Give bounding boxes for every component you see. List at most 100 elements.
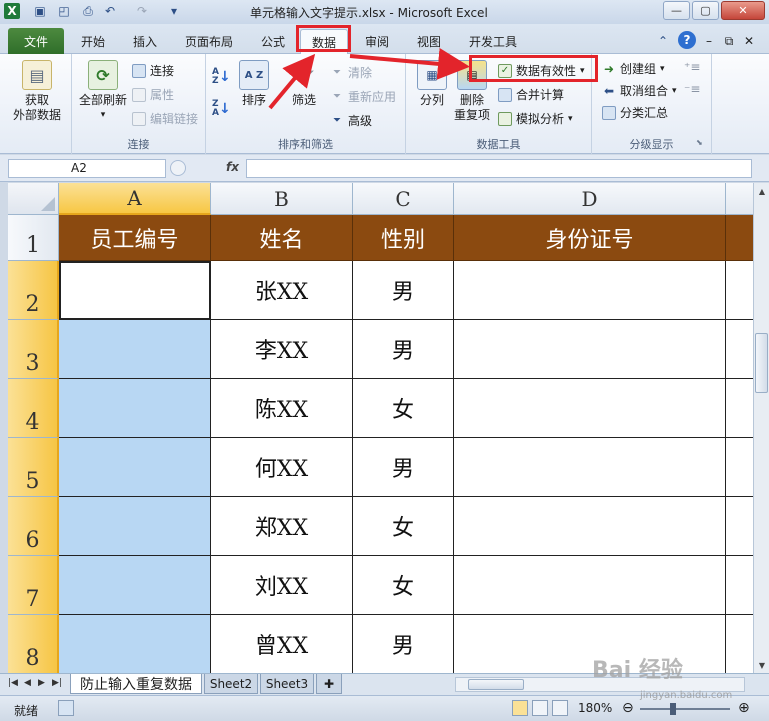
excel-icon[interactable]: X — [4, 3, 20, 19]
cell-e3[interactable] — [726, 320, 753, 379]
row-header-6[interactable]: 6 — [8, 497, 59, 556]
edit-links-button[interactable]: 编辑链接 — [132, 110, 198, 127]
insert-sheet-icon[interactable]: ✚ — [316, 674, 342, 694]
cell-a7[interactable] — [59, 556, 211, 615]
next-sheet-icon[interactable]: ▶ — [38, 678, 45, 688]
advanced-filter-button[interactable]: ⏷ 高级 — [330, 112, 372, 129]
normal-view-icon[interactable] — [512, 700, 528, 716]
print-preview-icon[interactable]: ◰ — [56, 3, 72, 19]
column-header-d[interactable]: D — [454, 183, 726, 215]
cell-e7[interactable] — [726, 556, 753, 615]
reapply-button[interactable]: ⏷ 重新应用 — [330, 88, 396, 105]
vertical-scrollbar[interactable]: ▲ ▼ — [753, 183, 769, 673]
sort-asc-button[interactable]: A Z ↓ — [212, 68, 231, 86]
cell-a4[interactable] — [59, 379, 211, 438]
cell-e4[interactable] — [726, 379, 753, 438]
cell-a6[interactable] — [59, 497, 211, 556]
text-to-columns-button[interactable]: ▦ 分列 — [412, 60, 452, 108]
ungroup-button[interactable]: ⬅ 取消组合 ▾ — [602, 82, 677, 99]
hide-detail-icon[interactable]: ⁻≡ — [684, 82, 700, 96]
minimize-button[interactable]: — — [663, 1, 690, 20]
sort-button[interactable]: A Z 排序 — [236, 60, 272, 108]
cell-d2[interactable] — [454, 261, 726, 320]
cell-c5[interactable]: 男 — [353, 438, 454, 497]
refresh-all-button[interactable]: ⟳ 全部刷新 ▾ — [76, 60, 130, 123]
cell-b1[interactable]: 姓名 — [211, 215, 353, 261]
tab-file[interactable]: 文件 — [8, 28, 64, 54]
cell-e1[interactable] — [726, 215, 753, 261]
cell-b8[interactable]: 曾XX — [211, 615, 353, 673]
column-header-a[interactable]: A — [59, 183, 211, 215]
customize-quick-access-icon[interactable]: ▾ — [166, 3, 182, 19]
subtotal-button[interactable]: 分类汇总 — [602, 104, 668, 121]
vertical-scroll-thumb[interactable] — [755, 333, 768, 393]
cell-c8[interactable]: 男 — [353, 615, 454, 673]
cell-c4[interactable]: 女 — [353, 379, 454, 438]
cell-c6[interactable]: 女 — [353, 497, 454, 556]
zoom-in-icon[interactable]: ⊕ — [738, 700, 750, 716]
doc-close-icon[interactable]: ✕ — [742, 30, 756, 52]
close-button[interactable]: ✕ — [721, 1, 765, 20]
outline-dialog-launcher-icon[interactable]: ⬊ — [696, 138, 703, 147]
column-header-e[interactable] — [726, 183, 753, 215]
cell-b5[interactable]: 何XX — [211, 438, 353, 497]
select-all-corner[interactable] — [8, 183, 59, 215]
cell-d4[interactable] — [454, 379, 726, 438]
print-icon[interactable]: ⎙ — [80, 3, 96, 19]
formula-input[interactable] — [246, 159, 752, 178]
filter-button[interactable]: ⏷ 筛选 — [284, 60, 324, 108]
zoom-slider-knob[interactable] — [670, 703, 676, 715]
row-header-8[interactable]: 8 — [8, 615, 59, 673]
cell-c1[interactable]: 性别 — [353, 215, 454, 261]
cell-d1[interactable]: 身份证号 — [454, 215, 726, 261]
get-external-data-button[interactable]: ▤ 获取 外部数据 — [10, 60, 64, 123]
first-sheet-icon[interactable]: |◀ — [8, 678, 18, 688]
page-layout-view-icon[interactable] — [532, 700, 548, 716]
cell-e8[interactable] — [726, 615, 753, 673]
ribbon-collapse-icon[interactable]: ⌃ — [656, 30, 670, 52]
cell-a2[interactable] — [59, 261, 211, 320]
save-icon[interactable]: ▣ — [32, 3, 48, 19]
tab-view[interactable]: 视图 — [408, 30, 450, 52]
cell-a5[interactable] — [59, 438, 211, 497]
show-detail-icon[interactable]: ⁺≡ — [684, 60, 700, 74]
horizontal-scroll-thumb[interactable] — [468, 679, 524, 690]
doc-restore-icon[interactable]: ⧉ — [722, 30, 736, 52]
scroll-down-arrow-icon[interactable]: ▼ — [755, 657, 769, 673]
tab-formulas[interactable]: 公式 — [252, 30, 294, 52]
what-if-button[interactable]: 模拟分析 ▾ — [498, 110, 573, 127]
row-header-1[interactable]: 1 — [8, 215, 59, 261]
cell-c7[interactable]: 女 — [353, 556, 454, 615]
last-sheet-icon[interactable]: ▶| — [52, 678, 62, 688]
cell-c3[interactable]: 男 — [353, 320, 454, 379]
macro-record-icon[interactable] — [58, 700, 74, 716]
cell-d6[interactable] — [454, 497, 726, 556]
name-box[interactable]: A2 — [8, 159, 166, 178]
sheet-tab-sheet3[interactable]: Sheet3 — [260, 674, 314, 694]
page-break-view-icon[interactable] — [552, 700, 568, 716]
cell-a3[interactable] — [59, 320, 211, 379]
column-header-b[interactable]: B — [211, 183, 353, 215]
row-header-5[interactable]: 5 — [8, 438, 59, 497]
cell-d3[interactable] — [454, 320, 726, 379]
clear-filter-button[interactable]: ⏷ 清除 — [330, 64, 372, 81]
connections-button[interactable]: 连接 — [132, 62, 174, 79]
cell-b7[interactable]: 刘XX — [211, 556, 353, 615]
tab-review[interactable]: 审阅 — [356, 30, 398, 52]
cell-d5[interactable] — [454, 438, 726, 497]
doc-minimize-icon[interactable]: – — [702, 30, 716, 52]
cell-b4[interactable]: 陈XX — [211, 379, 353, 438]
sort-desc-button[interactable]: Z A ↓ — [212, 100, 231, 118]
properties-button[interactable]: 属性 — [132, 86, 174, 103]
cell-e6[interactable] — [726, 497, 753, 556]
scroll-up-arrow-icon[interactable]: ▲ — [755, 183, 769, 199]
row-header-3[interactable]: 3 — [8, 320, 59, 379]
cell-d8[interactable] — [454, 615, 726, 673]
row-header-2[interactable]: 2 — [8, 261, 59, 320]
undo-icon[interactable]: ↶ — [102, 3, 118, 19]
cell-e5[interactable] — [726, 438, 753, 497]
zoom-level[interactable]: 180% — [578, 701, 612, 715]
cell-a1[interactable]: 员工编号 — [59, 215, 211, 261]
consolidate-button[interactable]: 合并计算 — [498, 86, 564, 103]
cell-b3[interactable]: 李XX — [211, 320, 353, 379]
